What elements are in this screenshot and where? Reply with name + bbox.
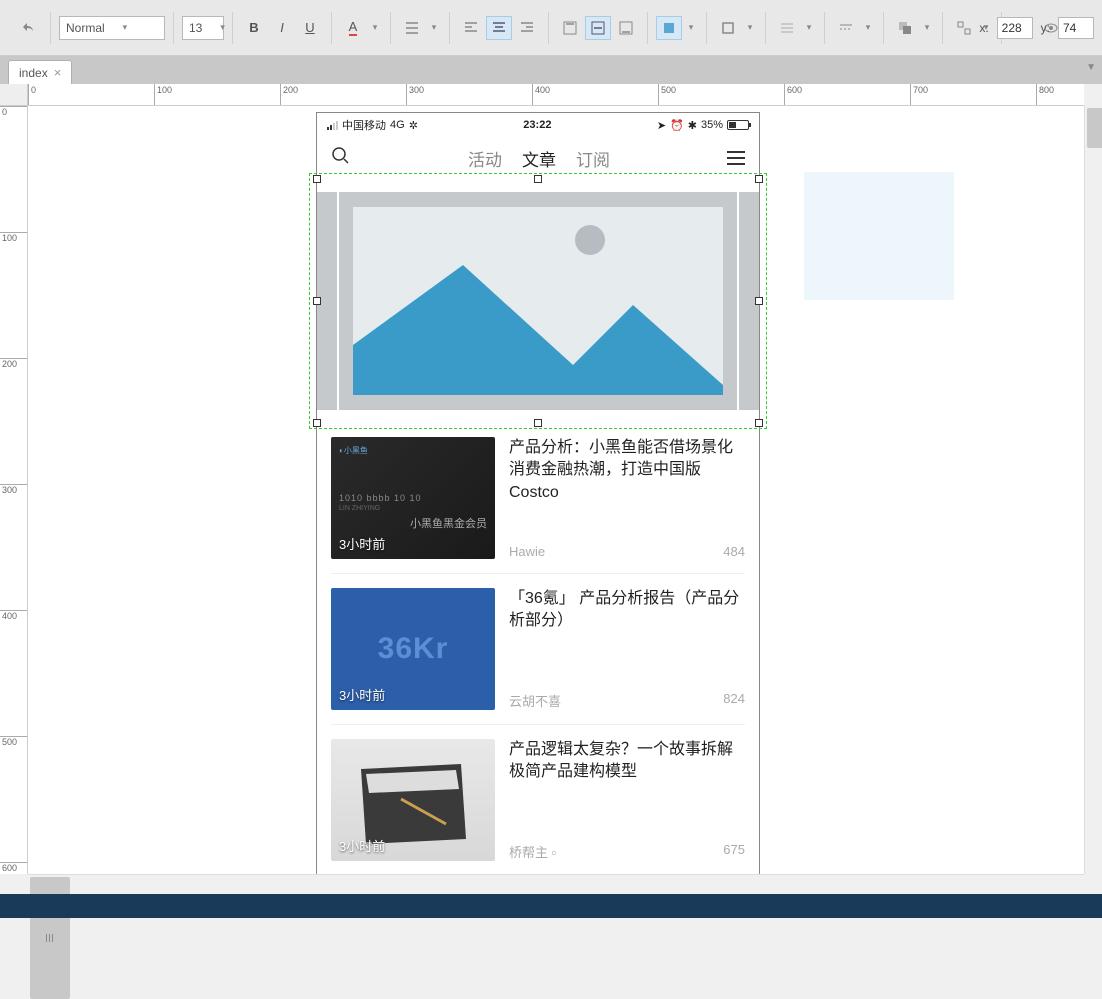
coordinates-display: x: y:: [979, 17, 1094, 39]
resize-handle-br[interactable]: [755, 419, 763, 427]
time-badge: 3小时前: [339, 534, 385, 553]
battery-icon: [727, 120, 749, 130]
article-author: 桥帮主 ▫: [509, 842, 556, 861]
horizontal-scrollbar[interactable]: [28, 874, 1084, 894]
valign-middle-button[interactable]: [585, 16, 611, 40]
format-toolbar: Normal▾ 13▾ B I U A ▾ ▾ ▾ ▾ ▾ ▾: [0, 0, 1102, 56]
text-color-button[interactable]: A: [340, 16, 366, 40]
tabs-overflow-icon[interactable]: ▼: [1086, 62, 1096, 73]
alarm-icon: ⏰: [670, 119, 684, 132]
article-title: 「36氪」 产品分析报告（产品分析部分）: [509, 588, 745, 633]
tab-label: index: [19, 66, 48, 80]
resize-handle-tr[interactable]: [755, 175, 763, 183]
text-color-chevron[interactable]: ▾: [368, 16, 382, 40]
align-right-button[interactable]: [514, 16, 540, 40]
article-list: ◐小黑鱼 1010 bbbb 10 10 LIN ZHIYING 小黑鱼黑金会员…: [317, 423, 759, 874]
hero-carousel[interactable]: [317, 179, 759, 423]
resize-handle-tc[interactable]: [534, 175, 542, 183]
search-icon[interactable]: [331, 146, 351, 171]
status-bar: 中国移动 4G ✲ 23:22 ➤ ⏰ ✱ 35%: [317, 113, 759, 137]
x-label: x:: [979, 21, 988, 35]
network-label: 4G: [390, 119, 405, 131]
resize-handle-bl[interactable]: [313, 419, 321, 427]
carousel-slide: [339, 192, 737, 410]
fill-color-button[interactable]: [656, 16, 682, 40]
image-placeholder-icon: [353, 207, 723, 395]
article-count: 824: [723, 691, 745, 710]
article-thumbnail: ◐小黑鱼 1010 bbbb 10 10 LIN ZHIYING 小黑鱼黑金会员…: [331, 437, 495, 559]
border-color-chevron[interactable]: ▾: [743, 16, 757, 40]
ruler-corner: [0, 84, 28, 106]
resize-handle-ml[interactable]: [313, 297, 321, 305]
document-tabs: index × ▼: [0, 56, 1102, 84]
nav-tab-article[interactable]: 文章: [522, 146, 556, 171]
font-size-dropdown[interactable]: 13▾: [182, 16, 224, 40]
article-thumbnail: 36Kr 3小时前: [331, 588, 495, 710]
resize-handle-tl[interactable]: [313, 175, 321, 183]
line-width-chevron[interactable]: ▾: [802, 16, 816, 40]
time-badge: 3小时前: [339, 685, 385, 704]
underline-button[interactable]: U: [297, 16, 323, 40]
horizontal-ruler: 0100200300400500600700800: [28, 84, 1084, 106]
x-coord-input[interactable]: [997, 17, 1033, 39]
battery-percent: 35%: [701, 119, 723, 131]
article-author: 云胡不喜: [509, 691, 561, 710]
article-thumbnail: 3小时前: [331, 739, 495, 861]
nav-tabs: 活动 文章 订阅: [468, 146, 610, 171]
line-height-button[interactable]: [399, 16, 425, 40]
article-title: 产品分析：小黑鱼能否借场景化消费金融热潮，打造中国版Costco: [509, 437, 745, 504]
signal-icon: [327, 121, 338, 130]
carrier-label: 中国移动: [342, 117, 386, 133]
vertical-ruler: 0100200300400500600: [0, 106, 28, 874]
article-item[interactable]: ◐小黑鱼 1010 bbbb 10 10 LIN ZHIYING 小黑鱼黑金会员…: [331, 423, 745, 574]
align-center-button[interactable]: [486, 16, 512, 40]
tab-close-icon[interactable]: ×: [54, 65, 62, 80]
valign-top-button[interactable]: [557, 16, 583, 40]
resize-handle-mr[interactable]: [755, 297, 763, 305]
y-coord-input[interactable]: [1058, 17, 1094, 39]
arrange-button[interactable]: [892, 16, 918, 40]
article-title: 产品逻辑太复杂？一个故事拆解极简产品建构模型: [509, 739, 745, 784]
loading-icon: ✲: [409, 119, 418, 132]
fill-color-chevron[interactable]: ▾: [684, 16, 698, 40]
arrange-chevron[interactable]: ▾: [920, 16, 934, 40]
tab-index[interactable]: index ×: [8, 60, 72, 84]
time-badge: 3小时前: [339, 836, 385, 855]
bold-button[interactable]: B: [241, 16, 267, 40]
menu-icon[interactable]: [727, 151, 745, 165]
article-item[interactable]: 3小时前 产品逻辑太复杂？一个故事拆解极简产品建构模型 桥帮主 ▫ 675: [331, 725, 745, 874]
app-nav-bar: 活动 文章 订阅: [317, 137, 759, 179]
undo-button[interactable]: [16, 16, 42, 40]
article-count: 484: [723, 544, 745, 559]
workspace: 0100200300400500600700800 01002003004005…: [0, 84, 1102, 894]
vertical-scrollbar[interactable]: [1084, 106, 1102, 874]
nav-tab-activity[interactable]: 活动: [468, 146, 502, 171]
line-height-chevron[interactable]: ▾: [427, 16, 441, 40]
app-footer: [0, 894, 1102, 918]
bluetooth-icon: ✱: [688, 119, 697, 132]
italic-button[interactable]: I: [269, 16, 295, 40]
line-width-button[interactable]: [774, 16, 800, 40]
valign-bottom-button[interactable]: [613, 16, 639, 40]
resize-handle-bc[interactable]: [534, 419, 542, 427]
location-icon: ➤: [657, 119, 666, 132]
group-button[interactable]: [951, 16, 977, 40]
paragraph-style-dropdown[interactable]: Normal▾: [59, 16, 165, 40]
article-count: 675: [723, 842, 745, 861]
line-style-chevron[interactable]: ▾: [861, 16, 875, 40]
article-author: Hawie: [509, 544, 545, 559]
nav-tab-subscribe[interactable]: 订阅: [576, 146, 610, 171]
side-panel-placeholder[interactable]: [804, 172, 954, 300]
article-item[interactable]: 36Kr 3小时前 「36氪」 产品分析报告（产品分析部分） 云胡不喜 824: [331, 574, 745, 725]
border-color-button[interactable]: [715, 16, 741, 40]
align-left-button[interactable]: [458, 16, 484, 40]
line-style-button[interactable]: [833, 16, 859, 40]
mobile-mockup[interactable]: 中国移动 4G ✲ 23:22 ➤ ⏰ ✱ 35% 活动 文章: [316, 112, 760, 874]
canvas[interactable]: 中国移动 4G ✲ 23:22 ➤ ⏰ ✱ 35% 活动 文章: [28, 106, 1084, 874]
thumb-logo: 36Kr: [378, 632, 449, 666]
status-time: 23:22: [523, 119, 551, 131]
y-label: y:: [1041, 21, 1050, 35]
